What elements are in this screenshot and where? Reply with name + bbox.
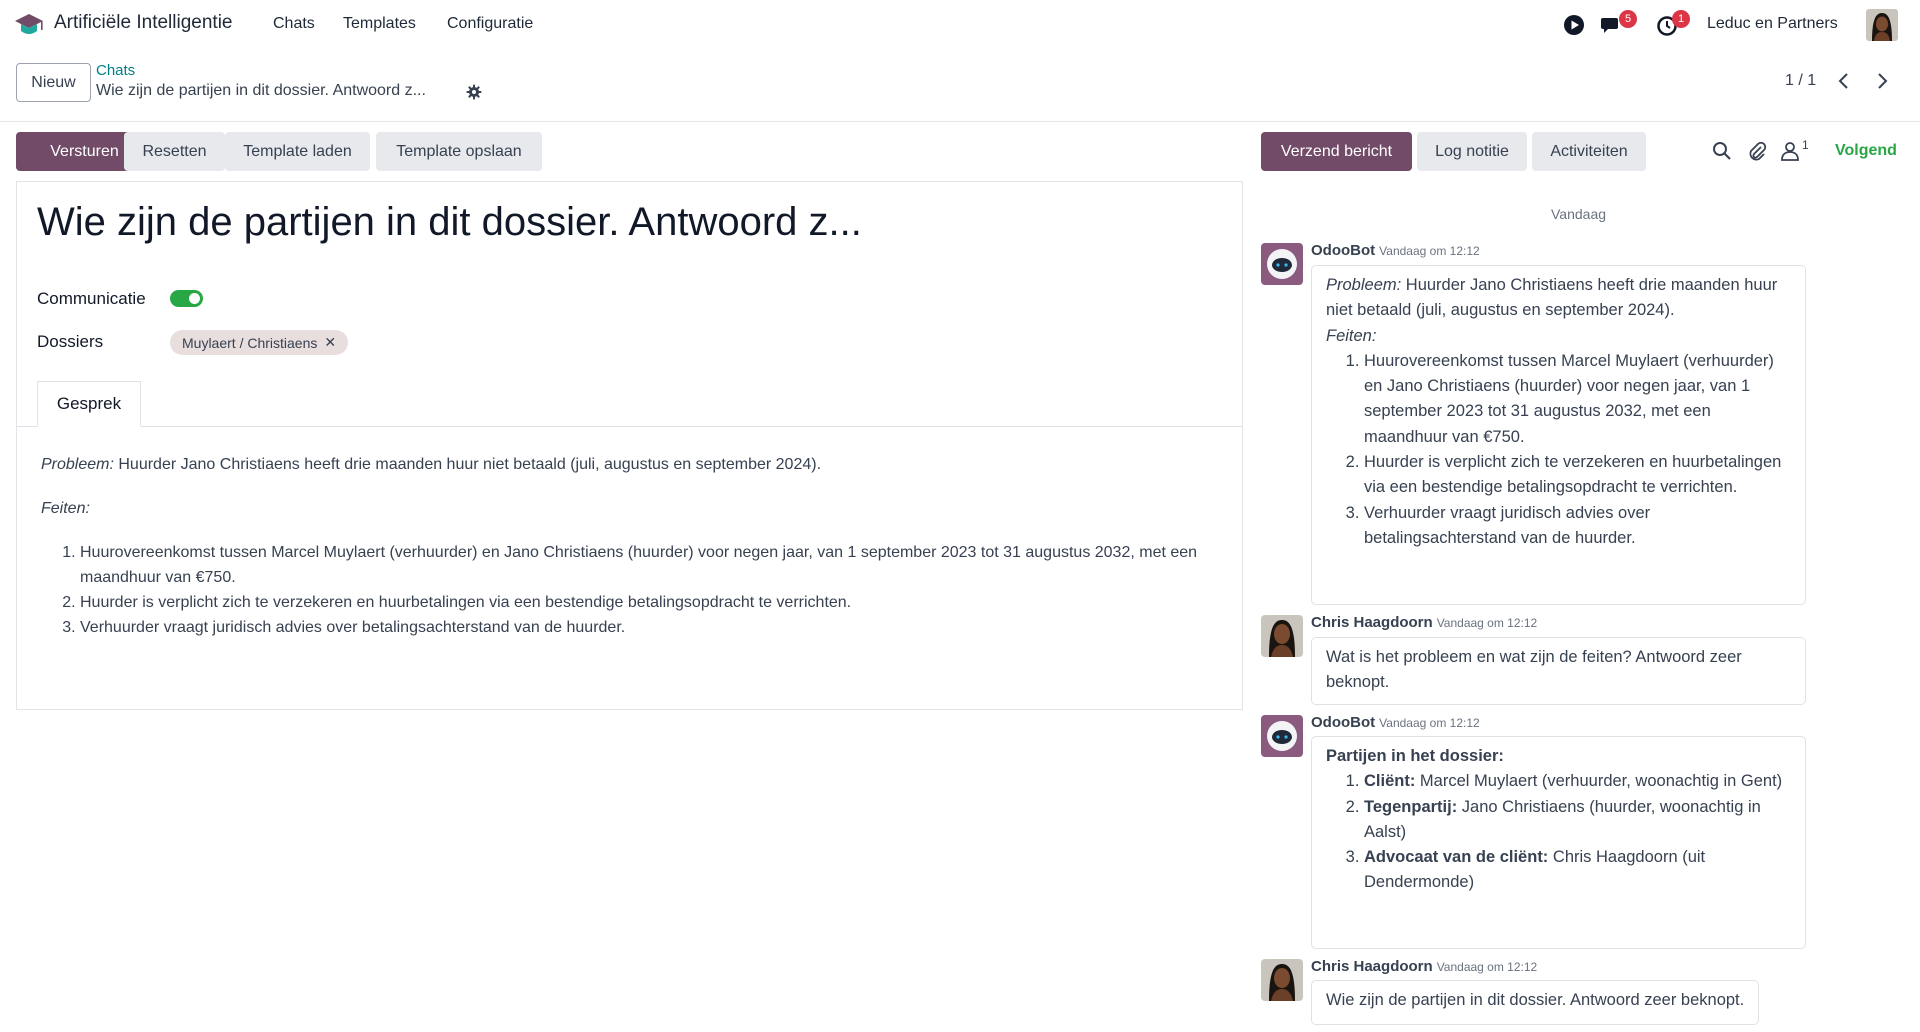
- party-role: Advocaat van de cliënt:: [1364, 848, 1549, 867]
- problem-label: Probleem:: [41, 456, 114, 473]
- message-author: Chris Haagdoorn Vandaag om 12:12: [1311, 614, 1537, 631]
- company-switcher[interactable]: Leduc en Partners: [1707, 15, 1838, 33]
- facts-paragraph: Feiten:: [1326, 324, 1791, 349]
- menu-templates[interactable]: Templates: [343, 15, 416, 33]
- party-text: Marcel Muylaert (verhuurder, woonachtig …: [1415, 772, 1783, 791]
- problem-paragraph: Probleem: Huurder Jano Christiaens heeft…: [1326, 273, 1791, 324]
- message-date: Vandaag om 12:12: [1379, 244, 1480, 258]
- problem-label: Probleem:: [1326, 276, 1402, 294]
- log-note-button[interactable]: Log notitie: [1417, 132, 1527, 171]
- message-bubble: Wie zijn de partijen in dit dossier. Ant…: [1311, 980, 1760, 1025]
- facts-paragraph: Feiten:: [41, 496, 1211, 521]
- messages-badge: 5: [1619, 10, 1637, 28]
- new-button[interactable]: Nieuw: [16, 63, 91, 102]
- user-avatar[interactable]: [1261, 959, 1303, 1001]
- message-date: Vandaag om 12:12: [1436, 960, 1538, 974]
- author-name[interactable]: Chris Haagdoorn: [1311, 958, 1433, 975]
- paperclip-icon[interactable]: [1746, 140, 1768, 162]
- problem-text: Huurder Jano Christiaens heeft drie maan…: [113, 456, 822, 473]
- party-role: Cliënt:: [1364, 772, 1416, 791]
- dossiers-label: Dossiers: [37, 332, 104, 351]
- menu-chats[interactable]: Chats: [273, 15, 315, 33]
- message-bubble: Probleem: Huurder Jano Christiaens heeft…: [1311, 265, 1806, 605]
- list-item: Huurovereenkomst tussen Marcel Muylaert …: [1364, 349, 1791, 450]
- search-icon[interactable]: [1711, 140, 1733, 162]
- chevron-left-icon[interactable]: [1833, 70, 1855, 92]
- app-name[interactable]: Artificiële Intelligentie: [54, 12, 232, 34]
- message-author: OdooBot Vandaag om 12:12: [1311, 242, 1480, 259]
- message-author: OdooBot Vandaag om 12:12: [1311, 714, 1480, 731]
- save-template-button[interactable]: Template opslaan: [376, 132, 542, 171]
- tab-divider: [16, 426, 1243, 427]
- facts-list: Huurovereenkomst tussen Marcel Muylaert …: [41, 540, 1211, 640]
- record-title[interactable]: Wie zijn de partijen in dit dossier. Ant…: [37, 200, 862, 245]
- tab-gesprek[interactable]: Gesprek: [37, 381, 141, 427]
- conversation-content[interactable]: Probleem: Huurder Jano Christiaens heeft…: [41, 452, 1211, 640]
- dossier-tag[interactable]: Muylaert / Christiaens ✕: [170, 330, 349, 355]
- activities-badge: 1: [1672, 10, 1690, 28]
- user-avatar[interactable]: [1261, 615, 1303, 657]
- author-name[interactable]: OdooBot: [1311, 242, 1375, 259]
- odoobot-avatar[interactable]: [1261, 243, 1303, 285]
- breadcrumb-current: Wie zijn de partijen in dit dossier. Ant…: [96, 82, 426, 99]
- menu-configuratie[interactable]: Configuratie: [447, 15, 533, 33]
- facts-label: Feiten:: [1326, 326, 1377, 345]
- list-item: Huurder is verplicht zich te verzekeren …: [1364, 450, 1791, 501]
- list-item: Tegenpartij: Jano Christiaens (huurder, …: [1364, 795, 1791, 846]
- communication-label: Communicatie: [37, 289, 146, 308]
- activities-button[interactable]: Activiteiten: [1532, 132, 1646, 171]
- parties-list: Cliënt: Marcel Muylaert (verhuurder, woo…: [1326, 769, 1791, 895]
- odoobot-avatar[interactable]: [1261, 715, 1303, 757]
- author-name[interactable]: OdooBot: [1311, 714, 1375, 731]
- party-role: Tegenpartij:: [1364, 797, 1458, 816]
- list-item: Verhuurder vraagt juridisch advies over …: [80, 615, 1211, 640]
- facts-label: Feiten:: [41, 500, 90, 517]
- list-item: Cliënt: Marcel Muylaert (verhuurder, woo…: [1364, 769, 1791, 794]
- list-item: Advocaat van de cliënt: Chris Haagdoorn …: [1364, 845, 1791, 896]
- top-navbar: Artificiële Intelligentie Chats Template…: [0, 0, 1920, 50]
- send-message-button[interactable]: Verzend bericht: [1261, 132, 1412, 171]
- list-item: Huurder is verplicht zich te verzekeren …: [80, 590, 1211, 615]
- message-bubble: Wat is het probleem en wat zijn de feite…: [1311, 637, 1806, 705]
- author-name[interactable]: Chris Haagdoorn: [1311, 614, 1433, 631]
- load-template-button[interactable]: Template laden: [225, 132, 370, 171]
- message-author: Chris Haagdoorn Vandaag om 12:12: [1311, 958, 1537, 975]
- followers-count: 1: [1802, 138, 1809, 152]
- list-item: Verhuurder vraagt juridisch advies over …: [1364, 501, 1791, 552]
- message-bubble: Partijen in het dossier: Cliënt: Marcel …: [1311, 736, 1806, 949]
- list-item: Huurovereenkomst tussen Marcel Muylaert …: [80, 540, 1211, 590]
- facts-list: Huurovereenkomst tussen Marcel Muylaert …: [1326, 349, 1791, 551]
- close-icon[interactable]: ✕: [324, 334, 336, 351]
- breadcrumb-chats[interactable]: Chats: [96, 62, 135, 79]
- user-avatar[interactable]: [1866, 9, 1898, 41]
- dossier-tag-label: Muylaert / Christiaens: [182, 334, 318, 351]
- message-date: Vandaag om 12:12: [1379, 716, 1480, 730]
- reset-button[interactable]: Resetten: [124, 132, 225, 171]
- follow-button[interactable]: Volgend: [1835, 142, 1897, 160]
- play-icon[interactable]: [1563, 14, 1585, 36]
- graduation-cap-icon[interactable]: [14, 12, 44, 38]
- day-separator: Vandaag: [1551, 206, 1607, 222]
- toggle-knob: [189, 293, 200, 304]
- message-date: Vandaag om 12:12: [1436, 616, 1538, 630]
- parties-heading: Partijen in het dossier:: [1326, 747, 1504, 765]
- pager-value[interactable]: 1 / 1: [1785, 72, 1816, 90]
- problem-paragraph: Probleem: Huurder Jano Christiaens heeft…: [41, 452, 1211, 477]
- followers-icon[interactable]: [1779, 140, 1801, 162]
- gear-icon[interactable]: [466, 84, 482, 100]
- communication-toggle[interactable]: [170, 290, 203, 307]
- chevron-right-icon[interactable]: [1871, 70, 1893, 92]
